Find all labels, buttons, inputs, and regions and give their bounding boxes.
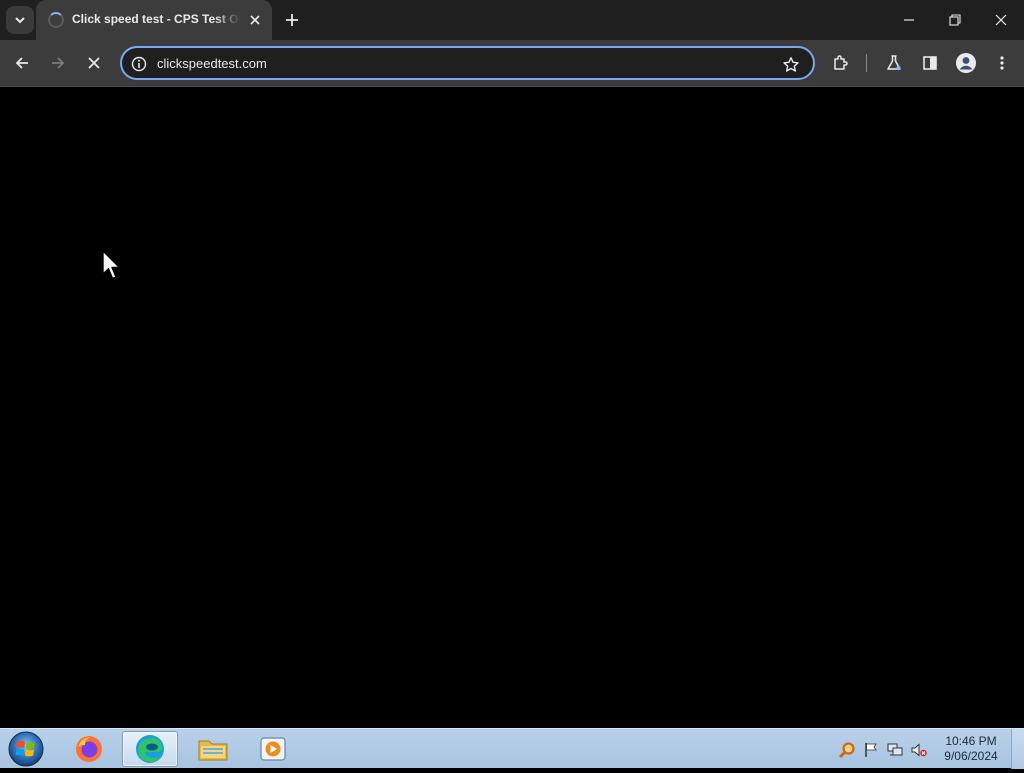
side-panel-icon xyxy=(923,56,937,70)
address-bar[interactable]: clickspeedtest.com xyxy=(120,46,815,80)
new-tab-button[interactable] xyxy=(279,7,305,33)
chevron-down-icon xyxy=(15,17,25,24)
extensions-button[interactable] xyxy=(826,49,856,77)
profile-icon xyxy=(956,53,976,73)
restore-button[interactable] xyxy=(932,0,978,40)
restore-icon xyxy=(949,14,961,26)
close-window-button[interactable] xyxy=(978,0,1024,40)
bookmark-button[interactable] xyxy=(780,54,802,76)
loading-spinner-icon xyxy=(48,12,64,28)
puzzle-icon xyxy=(834,55,848,70)
profile-button[interactable] xyxy=(951,49,981,77)
close-icon xyxy=(995,14,1007,26)
plus-icon xyxy=(286,14,298,26)
clock-time: 10:46 PM xyxy=(945,734,997,748)
mouse-cursor-icon xyxy=(102,250,121,280)
close-icon xyxy=(88,57,100,69)
side-panel-button[interactable] xyxy=(915,49,945,77)
tab-search-button[interactable] xyxy=(6,6,34,34)
windows-taskbar: 10:46 PM 9/06/2024 xyxy=(0,728,1024,769)
action-center-flag-icon[interactable] xyxy=(862,741,880,759)
tab-title: Click speed test - CPS Test Online xyxy=(72,12,240,26)
taskbar-clock[interactable]: 10:46 PM 9/06/2024 xyxy=(936,734,1006,766)
page-content[interactable] xyxy=(0,88,1024,728)
edge-icon xyxy=(136,735,164,763)
minimize-button[interactable] xyxy=(886,0,932,40)
arrow-left-icon xyxy=(15,57,28,69)
volume-muted-icon[interactable] xyxy=(910,741,928,759)
firefox-icon xyxy=(76,736,102,762)
network-icon[interactable] xyxy=(886,741,904,759)
kebab-menu-icon xyxy=(1000,56,1004,70)
taskbar-app-edge[interactable] xyxy=(122,731,178,767)
browser-toolbar: clickspeedtest.com xyxy=(0,40,1024,87)
info-icon xyxy=(131,56,147,72)
address-bar-url[interactable]: clickspeedtest.com xyxy=(157,56,757,74)
close-icon xyxy=(250,15,260,25)
toolbar-divider xyxy=(866,54,867,72)
site-info-button[interactable] xyxy=(130,55,148,73)
tab-close-button[interactable] xyxy=(246,11,264,29)
taskbar-app-media-player[interactable] xyxy=(245,731,301,767)
flask-icon xyxy=(887,55,901,71)
start-button[interactable] xyxy=(6,730,46,768)
taskbar-app-firefox[interactable] xyxy=(61,731,117,767)
arrow-right-icon xyxy=(52,57,65,69)
media-player-icon xyxy=(260,737,286,761)
minimize-icon xyxy=(904,19,914,21)
search-icon[interactable] xyxy=(838,741,856,759)
taskbar-app-file-explorer[interactable] xyxy=(185,731,241,767)
windows-logo-icon xyxy=(8,731,44,767)
browser-menu-button[interactable] xyxy=(987,49,1017,77)
clock-date: 9/06/2024 xyxy=(944,749,998,763)
star-icon xyxy=(783,57,799,72)
back-button[interactable] xyxy=(7,49,37,77)
browser-tab[interactable]: Click speed test - CPS Test Online xyxy=(36,0,272,40)
show-desktop-button[interactable] xyxy=(1011,729,1024,769)
forward-button[interactable] xyxy=(43,49,73,77)
stop-loading-button[interactable] xyxy=(79,49,109,77)
labs-button[interactable] xyxy=(879,49,909,77)
browser-titlebar: Click speed test - CPS Test Online xyxy=(0,0,1024,40)
folder-icon xyxy=(198,740,228,761)
